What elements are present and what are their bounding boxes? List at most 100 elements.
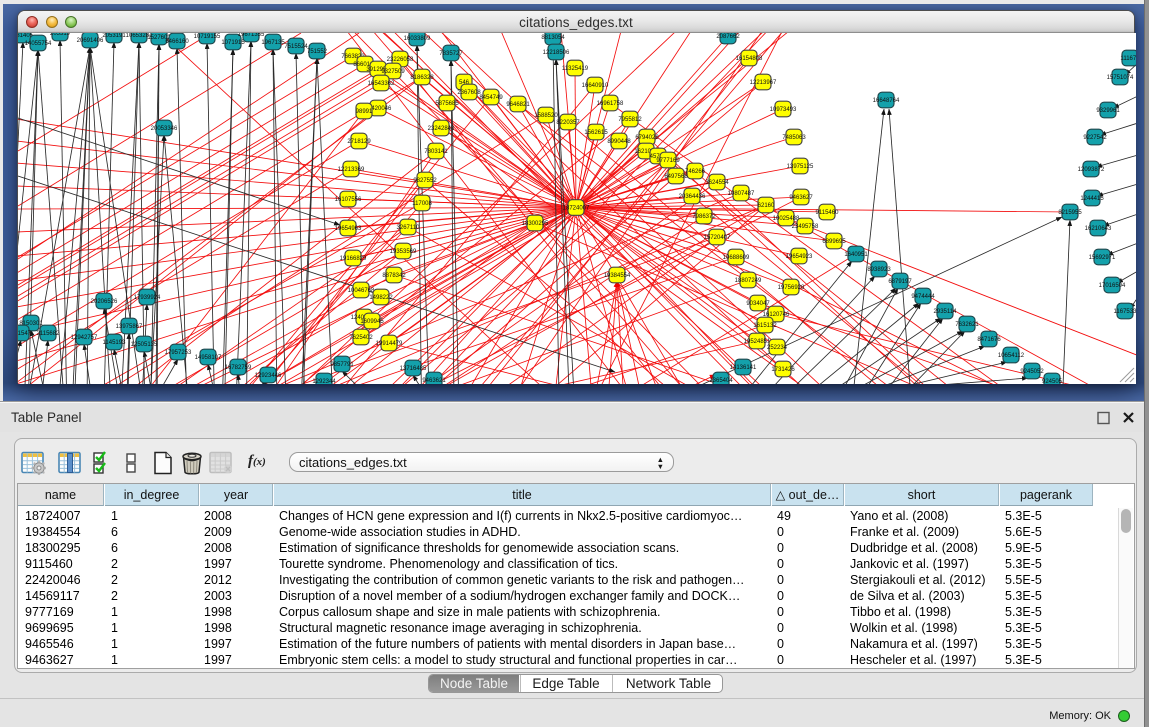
svg-text:252234: 252234 xyxy=(767,345,788,351)
svg-text:14958107: 14958107 xyxy=(195,355,222,361)
svg-text:12942757: 12942757 xyxy=(71,335,98,341)
svg-text:9857791: 9857791 xyxy=(330,362,354,368)
svg-text:1244415: 1244415 xyxy=(1080,196,1104,202)
svg-text:6879197: 6879197 xyxy=(888,279,912,285)
svg-text:13975867: 13975867 xyxy=(116,324,143,330)
svg-text:746266: 746266 xyxy=(685,169,706,175)
svg-text:1498222: 1498222 xyxy=(369,295,393,301)
svg-text:1167533: 1167533 xyxy=(1114,309,1136,315)
svg-text:7515524: 7515524 xyxy=(284,44,308,50)
svg-text:15751074: 15751074 xyxy=(1107,75,1134,81)
svg-text:20364436: 20364436 xyxy=(679,194,706,200)
svg-text:16543362: 16543362 xyxy=(368,81,395,87)
svg-text:7835727: 7835727 xyxy=(439,51,463,57)
svg-text:8813054: 8813054 xyxy=(541,35,565,41)
svg-text:20206526: 20206526 xyxy=(91,299,118,305)
svg-text:19166829: 19166829 xyxy=(340,256,367,262)
svg-text:9646821: 9646821 xyxy=(506,102,530,108)
svg-text:10719155: 10719155 xyxy=(194,34,221,40)
svg-text:16107556: 16107556 xyxy=(335,197,362,203)
svg-text:1967135: 1967135 xyxy=(261,40,285,46)
svg-text:7632621: 7632621 xyxy=(955,322,979,328)
svg-text:1292344: 1292344 xyxy=(312,379,336,384)
svg-text:205319: 205319 xyxy=(50,33,71,37)
svg-text:19353569: 19353569 xyxy=(390,249,417,255)
svg-text:16640910: 16640910 xyxy=(582,83,609,89)
svg-text:2087662: 2087662 xyxy=(716,34,740,40)
svg-text:18807249: 18807249 xyxy=(735,278,762,284)
svg-text:111679: 111679 xyxy=(1120,56,1136,62)
svg-text:12505135: 12505135 xyxy=(131,342,158,348)
svg-text:13975125: 13975125 xyxy=(787,164,814,170)
svg-text:1145193: 1145193 xyxy=(103,340,127,346)
svg-text:20691406: 20691406 xyxy=(77,38,104,44)
svg-text:8990448: 8990448 xyxy=(607,139,631,145)
svg-text:9777169: 9777169 xyxy=(656,158,680,164)
svg-text:8186328: 8186328 xyxy=(410,75,434,81)
svg-text:6466160: 6466160 xyxy=(165,39,189,45)
svg-text:2718129: 2718129 xyxy=(347,139,371,145)
svg-text:9329961: 9329961 xyxy=(1096,108,1120,114)
svg-text:1588520: 1588520 xyxy=(534,113,558,119)
svg-text:16961758: 16961758 xyxy=(597,101,624,107)
svg-text:12218506: 12218506 xyxy=(543,50,570,56)
svg-text:117008: 117008 xyxy=(412,201,432,207)
svg-text:18724007: 18724007 xyxy=(563,206,590,212)
svg-text:8471676: 8471676 xyxy=(977,337,1001,343)
svg-text:751552: 751552 xyxy=(307,49,328,55)
svg-text:1609945: 1609945 xyxy=(360,319,384,325)
svg-text:19654923: 19654923 xyxy=(786,254,813,260)
svg-text:9463621: 9463621 xyxy=(422,378,446,384)
svg-text:7485063: 7485063 xyxy=(782,135,806,141)
svg-text:6794028: 6794028 xyxy=(635,135,659,141)
svg-text:19384554: 19384554 xyxy=(604,273,631,279)
svg-text:7803141: 7803141 xyxy=(424,149,448,155)
svg-text:2053191: 2053191 xyxy=(102,33,126,39)
svg-text:7986372: 7986372 xyxy=(692,214,716,220)
svg-text:23226058: 23226058 xyxy=(387,57,414,63)
svg-text:15720407: 15720407 xyxy=(704,235,731,241)
svg-text:1615132: 1615132 xyxy=(753,323,777,329)
svg-text:9827552: 9827552 xyxy=(413,178,437,184)
svg-text:12093872: 12093872 xyxy=(1078,167,1105,173)
svg-text:1365404: 1365404 xyxy=(709,378,733,384)
svg-text:10688609: 10688609 xyxy=(723,255,750,261)
svg-text:19914479: 19914479 xyxy=(376,341,403,347)
svg-text:10046768: 10046768 xyxy=(348,288,375,294)
svg-text:10025488: 10025488 xyxy=(773,216,800,222)
svg-text:3624554: 3624554 xyxy=(705,180,729,186)
svg-text:16782759: 16782759 xyxy=(225,365,252,371)
svg-text:20053346: 20053346 xyxy=(151,126,178,132)
svg-text:391547: 391547 xyxy=(18,331,32,337)
svg-text:2115682: 2115682 xyxy=(37,331,61,337)
svg-text:10807487: 10807487 xyxy=(728,191,755,197)
svg-text:924505: 924505 xyxy=(1042,379,1063,384)
svg-text:98991: 98991 xyxy=(356,109,373,115)
svg-text:16033809: 16033809 xyxy=(404,36,431,42)
svg-text:1731426: 1731426 xyxy=(771,367,795,373)
svg-text:19671355: 19671355 xyxy=(238,33,265,38)
svg-text:9034047: 9034047 xyxy=(746,301,770,307)
svg-text:23495758: 23495758 xyxy=(792,224,819,230)
svg-text:14055754: 14055754 xyxy=(25,41,52,47)
svg-text:12213369: 12213369 xyxy=(338,167,365,173)
svg-text:9227542: 9227542 xyxy=(1083,135,1107,141)
svg-text:1562615: 1562615 xyxy=(584,130,608,136)
svg-text:8878342: 8878342 xyxy=(382,273,406,279)
svg-text:17016504: 17016504 xyxy=(1099,283,1126,289)
svg-text:2367608: 2367608 xyxy=(457,90,481,96)
svg-text:18300295: 18300295 xyxy=(522,221,549,227)
svg-text:8938923: 8938923 xyxy=(867,267,891,273)
svg-text:19756928: 19756928 xyxy=(778,285,805,291)
svg-text:9474444: 9474444 xyxy=(911,294,935,300)
svg-text:13716485: 13716485 xyxy=(400,366,427,372)
svg-text:12213967: 12213967 xyxy=(750,80,777,86)
svg-text:62160: 62160 xyxy=(758,203,775,209)
svg-text:16154808: 16154808 xyxy=(736,56,763,62)
svg-text:10973493: 10973493 xyxy=(770,107,797,113)
svg-text:8215955: 8215955 xyxy=(1058,210,1082,216)
svg-text:16210643: 16210643 xyxy=(1085,226,1112,232)
svg-text:9245052: 9245052 xyxy=(1020,369,1044,375)
svg-text:1071915: 1071915 xyxy=(221,40,245,46)
svg-text:6899695: 6899695 xyxy=(822,239,846,245)
